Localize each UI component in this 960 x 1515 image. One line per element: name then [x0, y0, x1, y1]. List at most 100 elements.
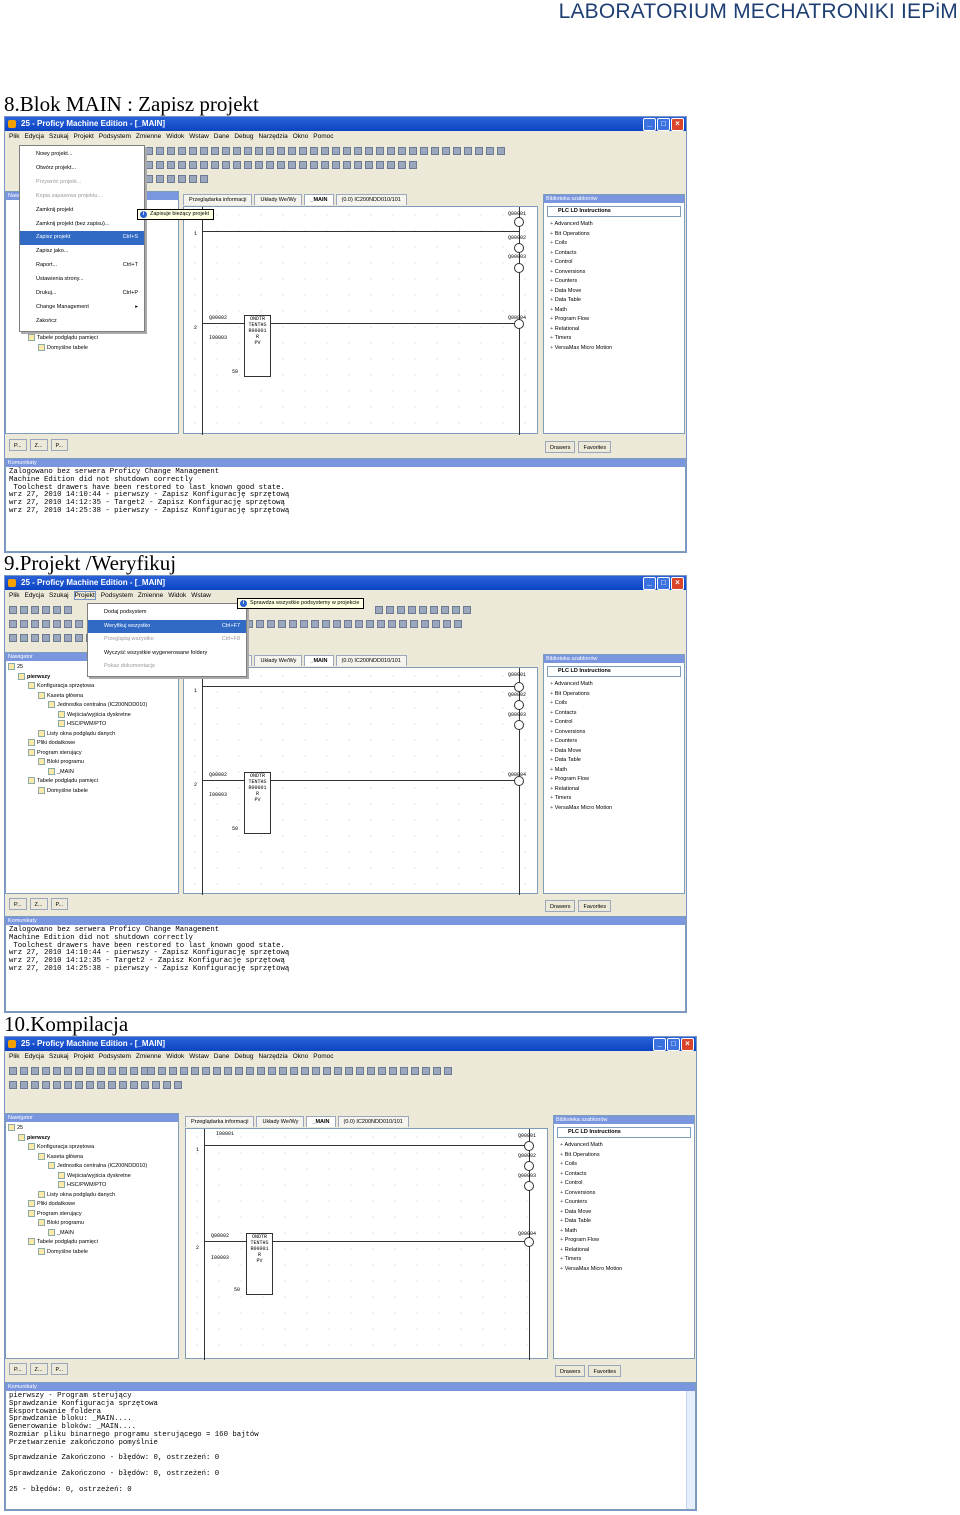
coil[interactable] [524, 1141, 534, 1151]
plc-instructions-combo[interactable]: PLC LD Instructions [557, 1127, 691, 1138]
maximize-button[interactable]: □ [657, 118, 670, 131]
ondtr-block[interactable]: ONDTR TENTHS R00001 R PV [246, 1233, 273, 1295]
minimize-button[interactable]: _ [653, 1038, 666, 1051]
menu-projekt[interactable]: Projekt [74, 133, 94, 140]
drawer-item[interactable]: Bit Operations [550, 230, 684, 240]
tab-module[interactable]: (0.0) IC200NDD010/101 [335, 194, 407, 205]
ladder-editor[interactable]: 1 I00001 Q00001 Q00002 Q00003 2 Q00002 I… [183, 667, 538, 895]
verify-all-menu-item[interactable]: Weryfikuj wszystko Ctrl+F7 [88, 619, 246, 633]
tree-item[interactable]: Konfiguracja sprzętowa [28, 682, 178, 692]
plc-instructions-combo[interactable]: PLC LD Instructions [547, 666, 681, 677]
menu-szukaj[interactable]: Szukaj [49, 133, 69, 140]
coil[interactable] [514, 776, 524, 786]
tree-item[interactable]: Kaseta główna [38, 692, 178, 702]
close-button[interactable]: × [671, 577, 684, 590]
tab-info[interactable]: Przeglądarka informacji [183, 194, 253, 205]
drawer-item[interactable]: Contacts [550, 249, 684, 259]
tree-item[interactable]: Wejścia/wyjścia dyskretne [58, 711, 178, 721]
minimize-button[interactable]: _ [643, 118, 656, 131]
save-project-menu-item[interactable]: Zapisz projekt Ctrl+S [20, 231, 144, 246]
tree-item[interactable]: Tabele podglądu pamięci [28, 1238, 178, 1248]
menu-plik[interactable]: Plik [9, 133, 19, 140]
tree-item[interactable]: Tabele podglądu pamięci [28, 334, 98, 344]
menu-wstaw[interactable]: Wstaw [189, 133, 209, 140]
tree-item[interactable]: Program sterujący [28, 1210, 178, 1220]
messages-scrollbar[interactable] [686, 1391, 695, 1509]
tree-item[interactable]: _MAIN [48, 1229, 178, 1239]
tree-item[interactable]: Tabele podglądu pamięci [28, 777, 178, 787]
drawer-item[interactable]: Timers [550, 334, 684, 344]
ladder-editor[interactable]: 1 I00001 Q00001 Q00002 Q00003 2 Q00002 I… [185, 1128, 548, 1360]
menu-narzedzia[interactable]: Narzędzia [258, 133, 287, 140]
tree-item[interactable]: HSC/PWM/PTO [58, 720, 178, 730]
menu-widok[interactable]: Widok [166, 133, 184, 140]
plc-instructions-combo[interactable]: PLC LD Instructions [547, 206, 681, 217]
ondtr-block[interactable]: ONDTR TENTHS R00001 R PV [244, 315, 271, 377]
tree-item[interactable]: Domyślne tabele [38, 1248, 178, 1258]
coil[interactable] [514, 682, 524, 692]
menu-item[interactable]: Raport... Ctrl+T [20, 259, 144, 273]
menu-item[interactable]: Zapisz jako... [20, 245, 144, 259]
tree-item[interactable]: Domyślne tabele [38, 344, 98, 354]
menu-item[interactable]: Zakończ [20, 315, 144, 329]
menu-item[interactable]: Change Management ▸ [20, 301, 144, 315]
coil[interactable] [514, 700, 524, 710]
drawer-item[interactable]: Program Flow [550, 315, 684, 325]
tree-item[interactable]: Bloki programu [38, 758, 178, 768]
menu-item[interactable]: Otwórz projekt... [20, 162, 144, 176]
menu-debug[interactable]: Debug [234, 133, 253, 140]
tree-item[interactable]: pierwszy [18, 1134, 178, 1144]
coil[interactable] [514, 263, 524, 273]
tree-item[interactable]: Pliki dodatkowe [28, 1200, 178, 1210]
maximize-button[interactable]: □ [667, 1038, 680, 1051]
tree-item[interactable]: Program sterujący [28, 749, 178, 759]
drawer-item[interactable]: Counters [550, 277, 684, 287]
drawer-item[interactable]: VersaMax Micro Motion [550, 344, 684, 354]
menu-dane[interactable]: Dane [214, 133, 230, 140]
tree-item[interactable]: Bloki programu [38, 1219, 178, 1229]
menu-item[interactable]: Zamknij projekt [20, 204, 144, 218]
menu-item[interactable]: Drukuj... Ctrl+P [20, 287, 144, 301]
tab-io[interactable]: Układy We/Wy [254, 194, 303, 205]
ladder-editor[interactable]: 1 Q00001 Q00002 Q00003 2 Q00002 I00003 O… [183, 206, 538, 435]
drawer-item[interactable]: Math [550, 306, 684, 316]
coil[interactable] [524, 1237, 534, 1247]
menu-pomoc[interactable]: Pomoc [313, 133, 333, 140]
tab-main[interactable]: _MAIN [304, 194, 334, 205]
tree-item[interactable]: Listy okna podglądu danych [38, 1191, 178, 1201]
drawer-item[interactable]: Control [550, 258, 684, 268]
coil[interactable] [524, 1161, 534, 1171]
tree-item[interactable]: Pliki dodatkowe [28, 739, 178, 749]
tree-item[interactable]: Konfiguracja sprzętowa [28, 1143, 178, 1153]
menu-projekt[interactable]: Projekt [73, 591, 96, 600]
coil[interactable] [524, 1181, 534, 1191]
menu-podsystem[interactable]: Podsystem [99, 133, 131, 140]
favorites-tab[interactable]: Favorites [578, 441, 612, 453]
tree-item[interactable]: 25 [8, 1124, 178, 1134]
drawer-item[interactable]: Conversions [550, 268, 684, 278]
coil[interactable] [514, 217, 524, 227]
tree-item[interactable]: _MAIN [48, 768, 178, 778]
menu-edycja[interactable]: Edycja [24, 133, 44, 140]
tree-item[interactable]: Listy okna podglądu danych [38, 730, 178, 740]
drawers-tab[interactable]: Drawers [545, 441, 576, 453]
coil[interactable] [514, 720, 524, 730]
menu-zmienne[interactable]: Zmienne [136, 133, 161, 140]
tree-item[interactable]: Wejścia/wyjścia dyskretne [58, 1172, 178, 1182]
menu-item[interactable]: Wyczyść wszystkie wygenerowane foldery [88, 647, 246, 661]
close-button[interactable]: × [671, 118, 684, 131]
menu-okno[interactable]: Okno [293, 133, 309, 140]
tree-item[interactable]: Kaseta główna [38, 1153, 178, 1163]
coil[interactable] [514, 319, 524, 329]
close-button[interactable]: × [681, 1038, 694, 1051]
menu-item[interactable]: Zamknij projekt (bez zapisu)... [20, 218, 144, 232]
tree-item[interactable]: Jednostka centralna (IC200NDD010) [48, 701, 178, 711]
menu-item[interactable]: Dodaj podsystem [88, 606, 246, 620]
drawer-item[interactable]: Data Move [550, 287, 684, 297]
drawer-item[interactable]: Coils [550, 239, 684, 249]
drawer-item[interactable]: Relational [550, 325, 684, 335]
drawer-item[interactable]: Advanced Math [550, 220, 684, 230]
tree-item[interactable]: Domyślne tabele [38, 787, 178, 797]
coil[interactable] [514, 243, 524, 253]
minimize-button[interactable]: _ [643, 577, 656, 590]
